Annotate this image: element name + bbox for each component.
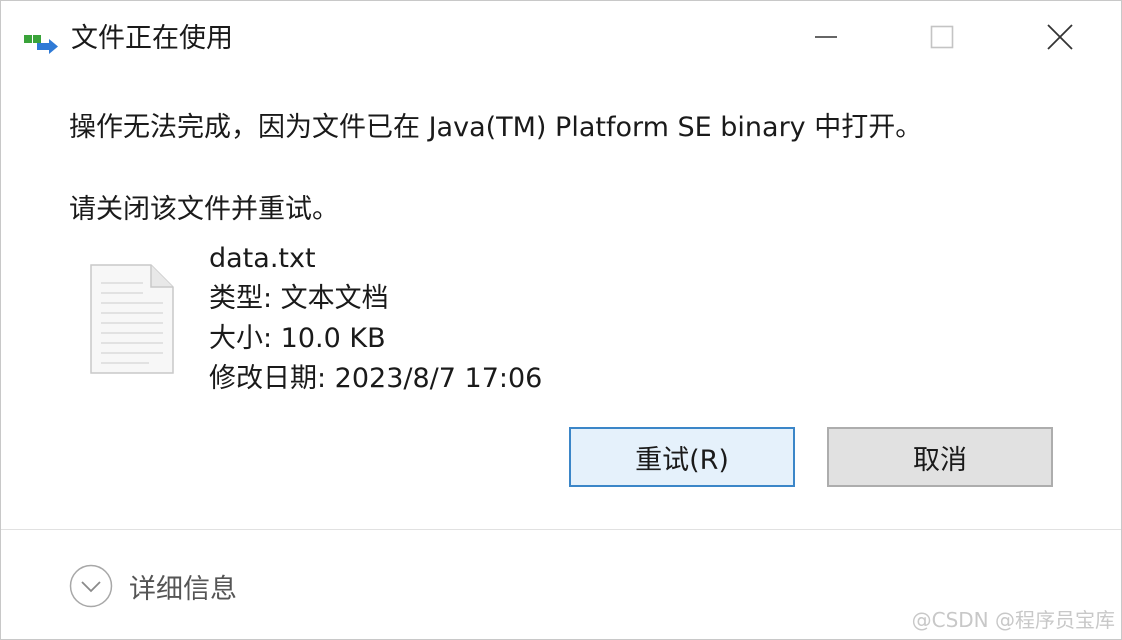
file-in-use-dialog: 文件正在使用 操作无法完成，因为文件已在 Java(TM) Platform S… xyxy=(0,0,1122,640)
watermark: @CSDN @程序员宝库 xyxy=(911,608,1115,632)
cancel-button-label: 取消 xyxy=(913,444,967,476)
text-document-icon xyxy=(89,263,175,375)
title-bar: 文件正在使用 xyxy=(1,1,1121,81)
retry-button-label: 重试(R) xyxy=(635,444,729,476)
minimize-button[interactable] xyxy=(771,1,881,77)
file-details: data.txt 类型: 文本文档 大小: 10.0 KB 修改日期: 2023… xyxy=(209,239,542,399)
instruction-message: 请关闭该文件并重试。 xyxy=(69,194,339,225)
more-details-toggle[interactable]: 详细信息 xyxy=(69,562,237,610)
close-button[interactable] xyxy=(1005,1,1115,77)
retry-button[interactable]: 重试(R) xyxy=(569,427,795,487)
minimize-icon xyxy=(814,25,838,53)
file-modified-date: 修改日期: 2023/8/7 17:06 xyxy=(209,363,543,394)
maximize-icon xyxy=(930,25,954,53)
maximize-button[interactable] xyxy=(887,1,997,77)
close-icon xyxy=(1047,24,1073,54)
file-name: data.txt xyxy=(209,243,316,274)
chevron-down-icon xyxy=(69,564,113,608)
file-size: 大小: 10.0 KB xyxy=(209,323,386,354)
file-transfer-icon xyxy=(23,31,61,55)
error-message: 操作无法完成，因为文件已在 Java(TM) Platform SE binar… xyxy=(69,112,923,143)
window-title: 文件正在使用 xyxy=(71,23,233,54)
file-type: 类型: 文本文档 xyxy=(209,283,389,314)
more-details-label: 详细信息 xyxy=(129,573,237,605)
dialog-footer: 详细信息 @CSDN @程序员宝库 xyxy=(1,530,1121,639)
cancel-button[interactable]: 取消 xyxy=(827,427,1053,487)
